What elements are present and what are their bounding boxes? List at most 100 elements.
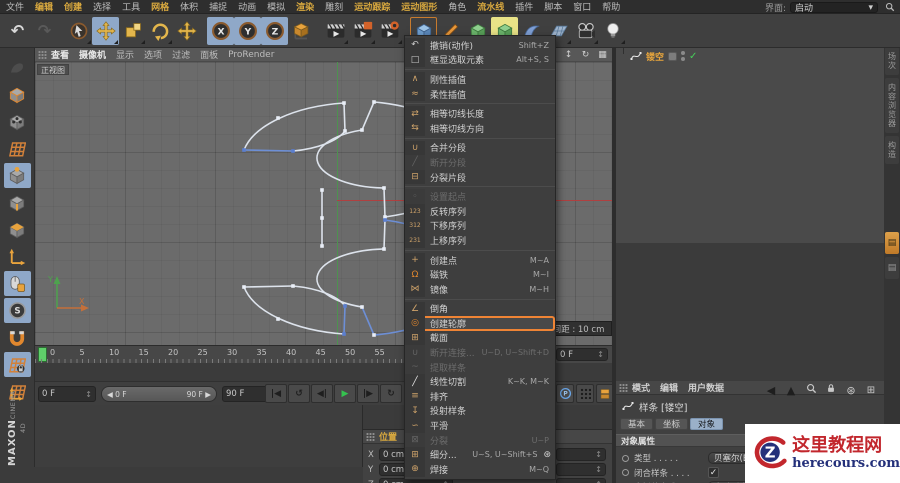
- menu-窗口[interactable]: 窗口: [573, 0, 591, 13]
- am-menu-用户数据[interactable]: 用户数据: [688, 381, 724, 394]
- render-settings-icon[interactable]: [376, 17, 403, 45]
- gear-icon[interactable]: ⊛: [844, 384, 858, 397]
- grip-icon[interactable]: [366, 432, 375, 441]
- interface-dropdown[interactable]: 启动 ▾: [790, 2, 878, 14]
- menu-item-截面[interactable]: ⊞ 截面: [405, 330, 555, 346]
- render-view-icon[interactable]: [322, 17, 349, 45]
- menu-渲染[interactable]: 渲染: [296, 0, 314, 13]
- menu-捕捉[interactable]: 捕捉: [209, 0, 227, 13]
- viewport-menu-查看[interactable]: 查看: [51, 48, 69, 61]
- y-axis-lock-icon[interactable]: Y: [234, 16, 261, 45]
- gear-icon[interactable]: ⊛: [543, 450, 555, 460]
- viewport-solo-icon[interactable]: [3, 271, 31, 296]
- points-mode-icon[interactable]: [3, 163, 31, 188]
- menu-雕刻[interactable]: 雕刻: [325, 0, 343, 13]
- menu-item-撤销(动作)[interactable]: ↶ 撤销(动作) Shift+Z: [405, 38, 555, 53]
- play-backwards-button[interactable]: ↺: [288, 384, 310, 403]
- tab-基本[interactable]: 基本: [620, 418, 654, 430]
- menu-编辑[interactable]: 编辑: [35, 0, 53, 13]
- object-name[interactable]: 镂空: [646, 50, 664, 63]
- current-frame-field[interactable]: 0 F ↕: [38, 386, 96, 402]
- x-axis-lock-icon[interactable]: X: [207, 16, 234, 45]
- menu-item-上移序列[interactable]: 231 上移序列: [405, 233, 555, 248]
- menu-体积[interactable]: 体积: [180, 0, 198, 13]
- viewport-menu-显示[interactable]: 显示: [116, 48, 134, 61]
- menu-item-合并分段[interactable]: ∪ 合并分段: [405, 140, 555, 156]
- menu-运动跟踪[interactable]: 运动跟踪: [354, 0, 390, 13]
- layer-chip[interactable]: [668, 51, 678, 61]
- camera-icon[interactable]: [572, 17, 599, 45]
- menu-网格[interactable]: 网格: [151, 0, 169, 13]
- enabled-check-icon[interactable]: ✓: [689, 51, 697, 62]
- record-circle-icon[interactable]: [622, 469, 629, 476]
- tab-对象[interactable]: 对象: [690, 418, 724, 430]
- menu-插件[interactable]: 插件: [515, 0, 533, 13]
- menu-角色[interactable]: 角色: [448, 0, 466, 13]
- side-tab-场次[interactable]: 场次: [885, 47, 899, 75]
- menu-帮助[interactable]: 帮助: [602, 0, 620, 13]
- grip-icon[interactable]: [38, 50, 47, 59]
- render-region-icon[interactable]: [349, 17, 376, 45]
- menu-item-下移序列[interactable]: 312 下移序列: [405, 218, 555, 234]
- move-tool-icon[interactable]: [92, 16, 119, 45]
- side-tab-构造[interactable]: 构造: [885, 136, 899, 164]
- record-circle-icon[interactable]: [622, 454, 629, 462]
- viewport-menu-过滤[interactable]: 过滤: [172, 48, 190, 61]
- redo-icon[interactable]: ↷: [31, 17, 58, 45]
- rotation-field[interactable]: ↕: [556, 448, 606, 461]
- menu-工具[interactable]: 工具: [122, 0, 140, 13]
- lock-icon[interactable]: [824, 383, 838, 397]
- texture-mode-icon[interactable]: [4, 109, 31, 134]
- object-list[interactable]: 中间部分✗镂空✓: [616, 30, 884, 243]
- toggle-views-icon[interactable]: ▦: [597, 50, 608, 60]
- menu-item-创建轮廓[interactable]: ◎ 创建轮廓: [405, 316, 555, 331]
- menu-文件[interactable]: 文件: [6, 0, 24, 13]
- menu-item-镜像[interactable]: ⋈ 镜像 M~H: [405, 281, 555, 297]
- undo-icon[interactable]: ↶: [4, 17, 31, 45]
- polygons-mode-icon[interactable]: [4, 217, 31, 242]
- edges-mode-icon[interactable]: [4, 190, 31, 215]
- layers-panel-tab-icon[interactable]: ▤: [885, 257, 899, 279]
- scale-tool-icon[interactable]: [119, 17, 146, 45]
- frame-field-right[interactable]: 0 F ↕: [556, 348, 608, 361]
- menu-item-反转序列[interactable]: 123 反转序列: [405, 203, 555, 219]
- menu-item-倒角[interactable]: ∠ 倒角: [405, 301, 555, 317]
- menu-item-平滑[interactable]: ∽ 平滑: [405, 418, 555, 433]
- menu-item-创建点[interactable]: + 创建点 M~A: [405, 252, 555, 268]
- magnet-icon[interactable]: [4, 325, 31, 350]
- live-selection-icon[interactable]: [65, 17, 92, 45]
- rotation-field[interactable]: ↕: [556, 478, 606, 483]
- coordinate-system-icon[interactable]: [288, 17, 315, 45]
- watermark-url[interactable]: herecours.com: [792, 456, 900, 471]
- stepper-icon[interactable]: ↕: [597, 350, 604, 359]
- am-menu-模式[interactable]: 模式: [632, 381, 650, 394]
- search-icon[interactable]: [885, 2, 895, 15]
- object-row[interactable]: 镂空 ✓: [630, 49, 697, 63]
- grip-icon[interactable]: [619, 383, 628, 392]
- menu-item-焊接[interactable]: ⊕ 焊接 M~Q: [405, 462, 555, 477]
- menu-流水线[interactable]: 流水线: [477, 0, 504, 13]
- previous-frame-button[interactable]: ◀|: [311, 384, 333, 403]
- stepper-icon[interactable]: ↕: [85, 390, 92, 399]
- loop-button[interactable]: ↻: [380, 384, 402, 403]
- next-frame-button[interactable]: |▶: [357, 384, 379, 403]
- menu-item-框显选取元素[interactable]: □ 框显选取元素 Alt+S, S: [405, 52, 555, 68]
- go-to-start-button[interactable]: |◀: [265, 384, 287, 403]
- play-button[interactable]: ▶: [334, 384, 356, 403]
- workplane-paint-icon[interactable]: [4, 136, 31, 161]
- new-panel-icon[interactable]: ⊞: [864, 385, 878, 396]
- viewport-menu-摄像机[interactable]: 摄像机: [79, 48, 106, 61]
- menu-item-提取样条[interactable]: ~ 提取样条: [405, 359, 555, 375]
- point-level-animation-icon[interactable]: [576, 384, 594, 403]
- tab-坐标[interactable]: 坐标: [655, 418, 689, 430]
- menu-动画[interactable]: 动画: [238, 0, 256, 13]
- menu-item-磁铁[interactable]: Ω 磁铁 M~I: [405, 267, 555, 282]
- menu-item-相等切线长度[interactable]: ⇄ 相等切线长度: [405, 106, 555, 121]
- menu-item-断开连接[interactable]: ∪ 断开连接... U~D, U~Shift+D: [405, 345, 555, 360]
- model-mode-icon[interactable]: [4, 82, 31, 107]
- up-arrow-icon[interactable]: ▲: [784, 384, 798, 397]
- back-arrow-icon[interactable]: ◀: [764, 384, 778, 397]
- rotate-view-icon[interactable]: ↻: [580, 50, 591, 60]
- menu-item-分裂片段[interactable]: ⊟ 分裂片段: [405, 169, 555, 185]
- am-menu-编辑[interactable]: 编辑: [660, 381, 678, 394]
